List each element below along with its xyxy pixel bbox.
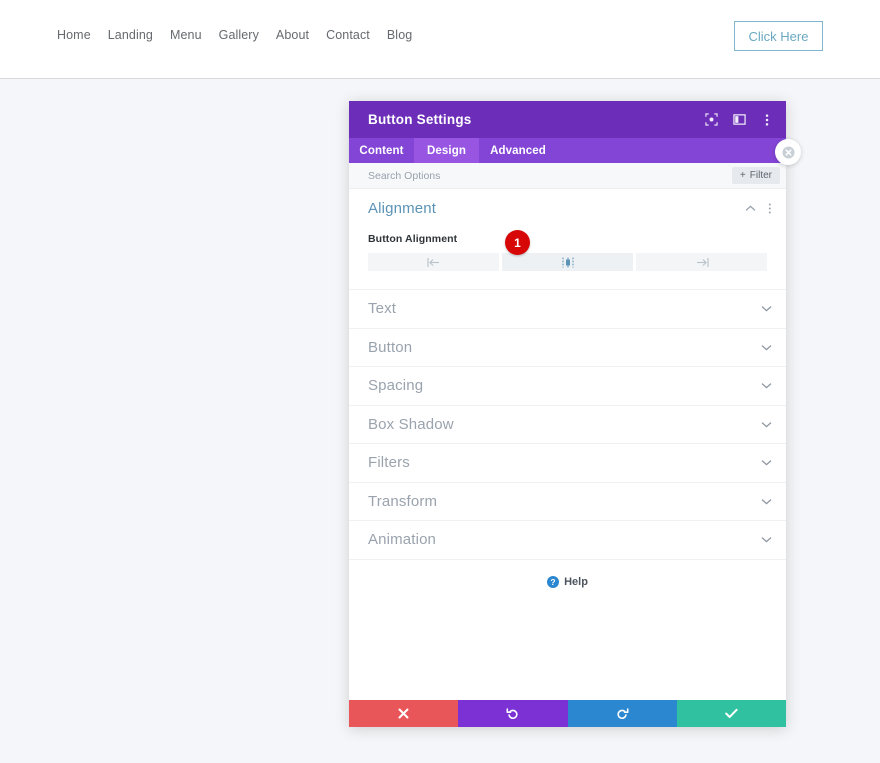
button-alignment-label: Button Alignment — [368, 233, 767, 245]
focus-icon[interactable] — [704, 113, 718, 127]
filter-label: Filter — [750, 170, 772, 181]
save-button[interactable] — [677, 700, 786, 727]
group-label-transform: Transform — [368, 493, 761, 510]
group-row-animation[interactable]: Animation — [349, 520, 786, 559]
modal-body: Alignment Button Alignment — [349, 189, 786, 700]
search-options-input[interactable] — [368, 170, 732, 182]
site-header: Home Landing Menu Gallery About Contact … — [0, 0, 880, 79]
chevron-down-icon[interactable] — [761, 536, 772, 543]
chevron-down-icon[interactable] — [761, 421, 772, 428]
group-row-box-shadow[interactable]: Box Shadow — [349, 405, 786, 444]
group-title-alignment: Alignment — [368, 200, 745, 217]
cancel-button[interactable] — [349, 700, 458, 727]
redo-button[interactable] — [568, 700, 677, 727]
modal-titlebar: Button Settings — [349, 101, 786, 138]
nav-item-blog[interactable]: Blog — [387, 28, 412, 42]
nav-item-contact[interactable]: Contact — [326, 28, 370, 42]
group-row-text[interactable]: Text — [349, 289, 786, 328]
help-area: ? Help — [349, 559, 786, 701]
button-alignment-options — [368, 253, 767, 271]
modal-title-actions — [704, 113, 774, 127]
modal-tabs: Content Design Advanced — [349, 138, 786, 163]
click-here-button[interactable]: Click Here — [734, 21, 823, 51]
help-question-icon: ? — [547, 576, 559, 588]
group-header-alignment[interactable]: Alignment — [349, 189, 786, 227]
layout-panel-icon[interactable] — [732, 113, 746, 127]
modal-title: Button Settings — [368, 112, 704, 127]
nav-item-menu[interactable]: Menu — [170, 28, 202, 42]
group-label-filters: Filters — [368, 454, 761, 471]
align-center-option[interactable] — [502, 253, 633, 271]
group-label-spacing: Spacing — [368, 377, 761, 394]
checkmark-icon — [725, 708, 738, 719]
tab-content[interactable]: Content — [349, 138, 414, 163]
search-options-row: + Filter — [349, 163, 786, 189]
plus-icon: + — [740, 171, 746, 181]
close-circle-icon — [782, 146, 795, 159]
nav-item-about[interactable]: About — [276, 28, 309, 42]
modal-footer — [349, 700, 786, 727]
kebab-menu-icon[interactable] — [760, 113, 774, 127]
step-badge-1: 1 — [505, 230, 530, 255]
close-x-icon — [398, 708, 409, 719]
group-label-button: Button — [368, 339, 761, 356]
undo-button[interactable] — [458, 700, 567, 727]
redo-arrow-icon — [616, 707, 629, 720]
group-label-animation: Animation — [368, 531, 761, 548]
chevron-down-icon[interactable] — [761, 305, 772, 312]
align-right-option[interactable] — [636, 253, 767, 271]
help-label: Help — [564, 576, 588, 588]
group-row-spacing[interactable]: Spacing — [349, 366, 786, 405]
group-header-actions — [745, 202, 772, 215]
group-label-box-shadow: Box Shadow — [368, 416, 761, 433]
group-kebab-menu-icon[interactable] — [768, 202, 772, 215]
modal-close-button[interactable] — [775, 139, 801, 165]
button-settings-modal: Button Settings — [349, 101, 786, 727]
undo-arrow-icon — [506, 707, 519, 720]
tab-advanced[interactable]: Advanced — [479, 138, 557, 163]
help-link[interactable]: ? Help — [547, 576, 588, 588]
chevron-down-icon[interactable] — [761, 344, 772, 351]
main-navigation: Home Landing Menu Gallery About Contact … — [57, 28, 412, 42]
svg-text:?: ? — [550, 577, 555, 587]
filter-button[interactable]: + Filter — [732, 167, 780, 184]
group-row-button[interactable]: Button — [349, 328, 786, 367]
chevron-down-icon[interactable] — [761, 382, 772, 389]
tab-design[interactable]: Design — [414, 138, 479, 163]
chevron-down-icon[interactable] — [761, 498, 772, 505]
nav-item-home[interactable]: Home — [57, 28, 91, 42]
nav-item-landing[interactable]: Landing — [108, 28, 153, 42]
align-left-option[interactable] — [368, 253, 499, 271]
group-row-filters[interactable]: Filters — [349, 443, 786, 482]
button-alignment-field: Button Alignment — [349, 227, 786, 289]
chevron-down-icon[interactable] — [761, 459, 772, 466]
group-label-text: Text — [368, 300, 761, 317]
chevron-up-icon[interactable] — [745, 205, 756, 212]
group-row-transform[interactable]: Transform — [349, 482, 786, 521]
nav-item-gallery[interactable]: Gallery — [219, 28, 259, 42]
